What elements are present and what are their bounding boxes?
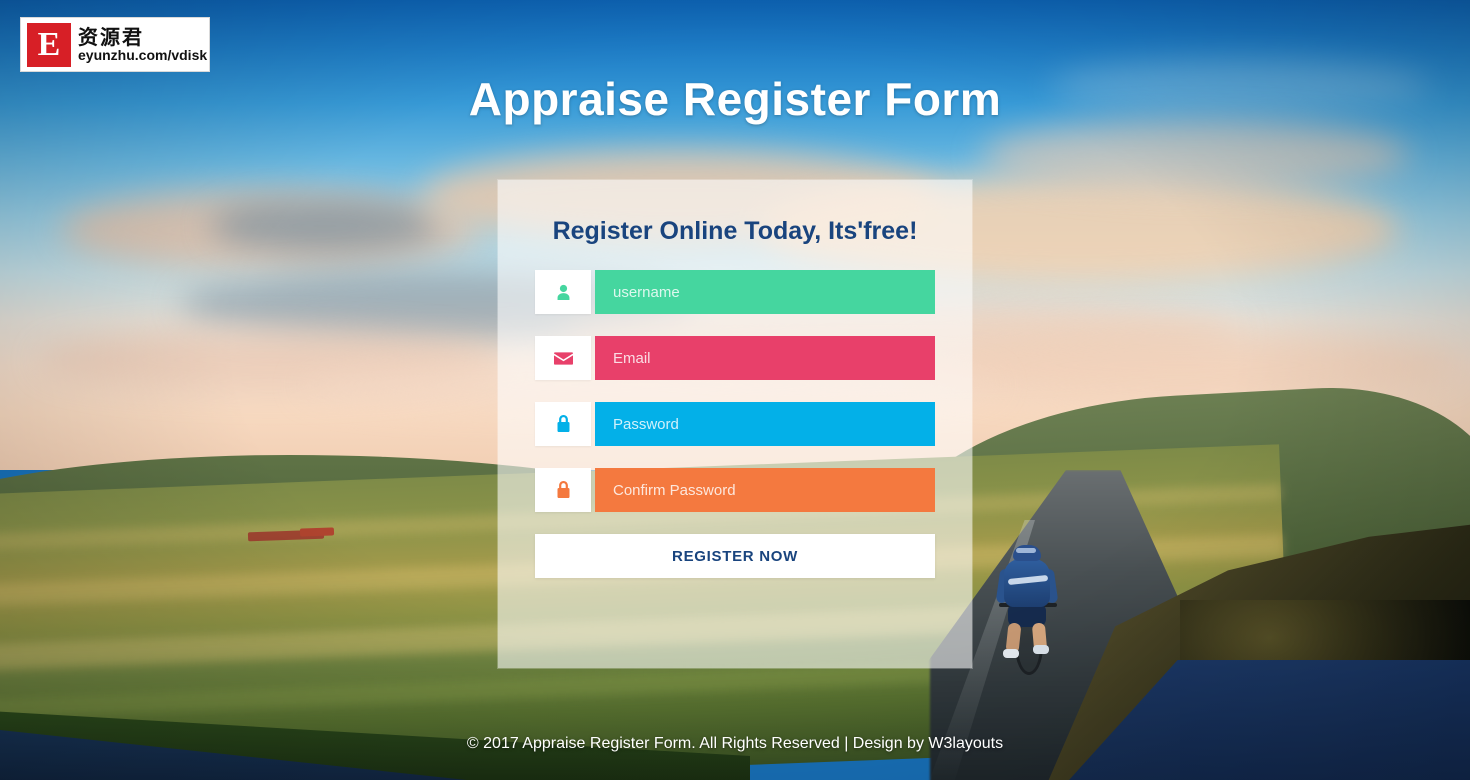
- watermark-logo-letter: E: [37, 25, 61, 63]
- user-icon: [557, 284, 569, 300]
- page-title: Appraise Register Form: [468, 73, 1002, 125]
- watermark-text: 资源君 eyunzhu.com/vdisk: [78, 26, 207, 63]
- confirm-password-icon-box: [535, 468, 591, 512]
- confirm-password-input[interactable]: [595, 468, 935, 512]
- lock-icon: [557, 415, 569, 432]
- email-icon-box: [535, 336, 591, 380]
- footer-copyright: © 2017 Appraise Register Form. All Right…: [466, 735, 1004, 752]
- password-icon-box: [535, 402, 591, 446]
- field-row-password: [535, 402, 935, 446]
- username-input[interactable]: [595, 270, 935, 314]
- watermark-url-label: eyunzhu.com/vdisk: [78, 46, 208, 63]
- submit-row: REGISTER NOW: [498, 534, 972, 578]
- page-content: Appraise Register Form Register Online T…: [0, 0, 1470, 780]
- page-background: E 资源君 eyunzhu.com/vdisk Appraise Registe…: [0, 0, 1470, 780]
- watermark-chinese-label: 资源君: [78, 24, 144, 49]
- lock-icon: [557, 481, 569, 498]
- field-row-username: [535, 270, 935, 314]
- field-row-email: [535, 336, 935, 380]
- username-icon-box: [535, 270, 591, 314]
- watermark-logo: E 资源君 eyunzhu.com/vdisk: [20, 17, 210, 72]
- email-input[interactable]: [595, 336, 935, 380]
- register-form-panel: Register Online Today, Its'free! usernam…: [498, 180, 972, 668]
- watermark-logo-mark: E: [27, 22, 71, 67]
- form-fields: [498, 270, 972, 512]
- password-input[interactable]: [595, 402, 935, 446]
- field-row-confirm-password: [535, 468, 935, 512]
- register-now-button[interactable]: REGISTER NOW: [535, 534, 935, 578]
- envelope-icon: [553, 351, 573, 365]
- form-heading: Register Online Today, Its'free!: [552, 217, 918, 245]
